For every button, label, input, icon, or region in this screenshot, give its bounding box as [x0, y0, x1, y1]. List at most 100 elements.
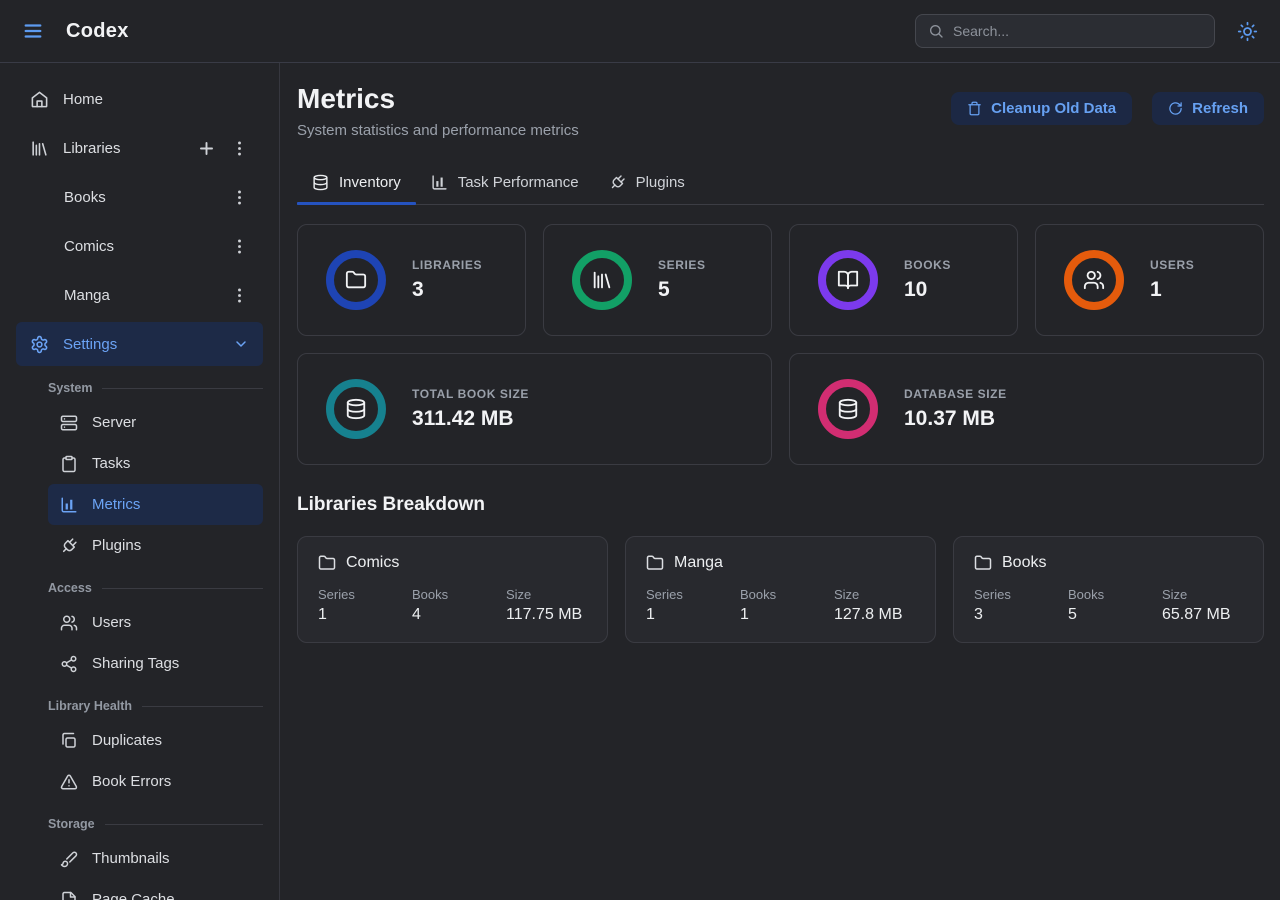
- kebab-menu-icon[interactable]: [230, 286, 249, 305]
- tab-label: Plugins: [636, 174, 685, 191]
- refresh-button[interactable]: Refresh: [1152, 92, 1264, 125]
- library-name: Comics: [346, 554, 399, 572]
- sidebar-item-users[interactable]: Users: [48, 602, 263, 643]
- tab-task-performance[interactable]: Task Performance: [416, 166, 594, 204]
- stat-value: 10: [904, 278, 951, 302]
- sidebar-item-label: Thumbnails: [92, 850, 170, 867]
- trash-icon: [967, 101, 982, 116]
- sidebar-item-label: Sharing Tags: [92, 655, 179, 672]
- sidebar-item-label: Server: [92, 414, 136, 431]
- database-icon: [837, 398, 859, 420]
- add-library-icon[interactable]: [197, 139, 216, 158]
- clipboard-icon: [60, 455, 78, 473]
- library-card-comics: Comics Series1 Books4 Size117.75 MB: [297, 536, 608, 643]
- col-label: Series: [646, 587, 740, 602]
- sidebar-item-server[interactable]: Server: [48, 402, 263, 443]
- sidebar-item-label: Page Cache: [92, 891, 175, 900]
- sidebar-item-page-cache[interactable]: Page Cache: [48, 879, 263, 900]
- stat-card-database-size: DATABASE SIZE 10.37 MB: [789, 353, 1264, 465]
- sidebar-item-label: Settings: [63, 336, 117, 353]
- sidebar-item-label: Tasks: [92, 455, 130, 472]
- sidebar: Home Libraries Books Comics Manga: [0, 63, 280, 900]
- col-label: Books: [740, 587, 834, 602]
- sidebar-item-label: Libraries: [63, 140, 121, 157]
- folder-icon: [345, 269, 367, 291]
- sidebar-item-label: Metrics: [92, 496, 140, 513]
- sidebar-item-label: Books: [64, 189, 106, 206]
- section-label: Library Health: [48, 699, 132, 713]
- sidebar-item-book-errors[interactable]: Book Errors: [48, 761, 263, 802]
- stat-value: 5: [658, 278, 706, 302]
- sidebar-item-settings[interactable]: Settings: [16, 322, 263, 366]
- chevron-down-icon: [233, 336, 249, 352]
- kebab-menu-icon[interactable]: [230, 188, 249, 207]
- col-label: Size: [834, 587, 902, 602]
- page-header: Metrics System statistics and performanc…: [297, 83, 1264, 139]
- bar-chart-icon: [431, 174, 448, 191]
- col-label: Size: [506, 587, 582, 602]
- sidebar-item-label: Book Errors: [92, 773, 171, 790]
- tab-plugins[interactable]: Plugins: [594, 166, 700, 204]
- plug-icon: [56, 533, 81, 558]
- divider: [105, 824, 263, 825]
- sidebar-item-duplicates[interactable]: Duplicates: [48, 720, 263, 761]
- menu-icon[interactable]: [22, 20, 44, 42]
- sidebar-item-libraries[interactable]: Libraries: [16, 126, 263, 170]
- series-count: 3: [974, 606, 1068, 624]
- stat-label: SERIES: [658, 258, 706, 272]
- stat-label: TOTAL BOOK SIZE: [412, 387, 529, 401]
- breakdown-grid: Comics Series1 Books4 Size117.75 MB Mang…: [297, 536, 1264, 643]
- search-icon: [928, 23, 944, 39]
- divider: [102, 388, 263, 389]
- sidebar-item-library-manga[interactable]: Manga: [16, 273, 263, 317]
- stat-ring: [1064, 250, 1124, 310]
- search-box[interactable]: [915, 14, 1215, 48]
- sidebar-item-library-books[interactable]: Books: [16, 175, 263, 219]
- col-label: Series: [974, 587, 1068, 602]
- sidebar-item-label: Comics: [64, 238, 114, 255]
- server-icon: [60, 414, 78, 432]
- stat-card-users: USERS 1: [1035, 224, 1264, 336]
- stat-card-total-book-size: TOTAL BOOK SIZE 311.42 MB: [297, 353, 772, 465]
- stat-card-books: BOOKS 10: [789, 224, 1018, 336]
- alert-triangle-icon: [60, 773, 78, 791]
- section-label: Storage: [48, 817, 95, 831]
- copy-icon: [60, 732, 78, 750]
- sidebar-section-access: Access: [16, 574, 263, 602]
- refresh-icon: [1168, 101, 1183, 116]
- kebab-menu-icon[interactable]: [230, 237, 249, 256]
- folder-icon: [974, 554, 992, 572]
- stat-ring: [818, 250, 878, 310]
- stat-ring: [572, 250, 632, 310]
- search-input[interactable]: [953, 23, 1202, 39]
- sidebar-item-home[interactable]: Home: [16, 77, 263, 121]
- page-subtitle: System statistics and performance metric…: [297, 122, 579, 139]
- sun-icon[interactable]: [1237, 21, 1258, 42]
- stat-value: 311.42 MB: [412, 407, 529, 431]
- sidebar-item-plugins[interactable]: Plugins: [48, 525, 263, 566]
- sidebar-item-thumbnails[interactable]: Thumbnails: [48, 838, 263, 879]
- sidebar-item-label: Plugins: [92, 537, 141, 554]
- share-icon: [60, 655, 78, 673]
- stat-label: DATABASE SIZE: [904, 387, 1007, 401]
- button-label: Refresh: [1192, 100, 1248, 117]
- app-title: Codex: [66, 20, 129, 43]
- sidebar-item-metrics[interactable]: Metrics: [48, 484, 263, 525]
- cleanup-old-data-button[interactable]: Cleanup Old Data: [951, 92, 1132, 125]
- file-pdf-icon: [60, 891, 78, 900]
- tab-inventory[interactable]: Inventory: [297, 166, 416, 204]
- sidebar-item-sharing-tags[interactable]: Sharing Tags: [48, 643, 263, 684]
- stat-label: LIBRARIES: [412, 258, 482, 272]
- bar-chart-icon: [60, 496, 78, 514]
- tabs: Inventory Task Performance Plugins: [297, 166, 1264, 205]
- stat-value: 1: [1150, 278, 1194, 302]
- tab-label: Task Performance: [458, 174, 579, 191]
- series-count: 1: [646, 606, 740, 624]
- col-label: Size: [1162, 587, 1230, 602]
- sidebar-item-tasks[interactable]: Tasks: [48, 443, 263, 484]
- sidebar-section-storage: Storage: [16, 810, 263, 838]
- sidebar-item-label: Manga: [64, 287, 110, 304]
- col-label: Books: [1068, 587, 1162, 602]
- kebab-menu-icon[interactable]: [230, 139, 249, 158]
- sidebar-item-library-comics[interactable]: Comics: [16, 224, 263, 268]
